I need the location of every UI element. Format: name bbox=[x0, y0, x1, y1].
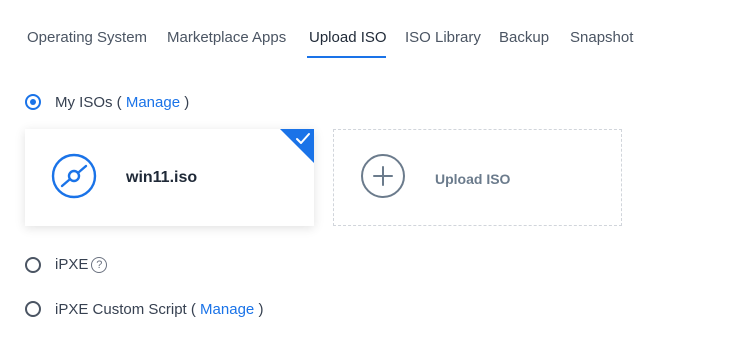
plus-circle-icon bbox=[361, 154, 405, 198]
tab-upload-iso[interactable]: Upload ISO bbox=[309, 27, 387, 49]
ipxe-label: iPXE? bbox=[55, 256, 108, 273]
disc-icon bbox=[51, 153, 97, 199]
iso-card-win11[interactable]: win11.iso bbox=[25, 129, 314, 226]
tab-backup[interactable]: Backup bbox=[499, 27, 549, 49]
tab-snapshot[interactable]: Snapshot bbox=[570, 27, 633, 49]
ipxe-radio[interactable] bbox=[25, 257, 41, 273]
option-my-isos[interactable]: My ISOs ( Manage ) bbox=[25, 91, 189, 113]
upload-iso-label: Upload ISO bbox=[435, 171, 511, 187]
upload-iso-card[interactable]: Upload ISO bbox=[333, 129, 622, 226]
ipxe-custom-manage-link[interactable]: Manage bbox=[200, 301, 254, 318]
option-ipxe[interactable]: iPXE? bbox=[25, 254, 108, 276]
option-ipxe-custom-script[interactable]: iPXE Custom Script ( Manage ) bbox=[25, 298, 263, 320]
iso-name: win11.iso bbox=[126, 169, 198, 186]
my-isos-manage-link[interactable]: Manage bbox=[126, 94, 180, 111]
selected-check-icon bbox=[280, 129, 314, 163]
tab-marketplace-apps[interactable]: Marketplace Apps bbox=[167, 27, 286, 49]
active-tab-indicator bbox=[307, 56, 386, 58]
tab-bar: Operating System Marketplace Apps Upload… bbox=[0, 0, 751, 60]
tab-iso-library[interactable]: ISO Library bbox=[405, 27, 481, 49]
ipxe-custom-label: iPXE Custom Script ( Manage ) bbox=[55, 300, 264, 318]
tab-operating-system[interactable]: Operating System bbox=[27, 27, 147, 49]
help-icon[interactable]: ? bbox=[91, 256, 108, 273]
ipxe-custom-radio[interactable] bbox=[25, 301, 41, 317]
my-isos-radio[interactable] bbox=[25, 94, 41, 110]
my-isos-label: My ISOs ( Manage ) bbox=[55, 93, 190, 111]
